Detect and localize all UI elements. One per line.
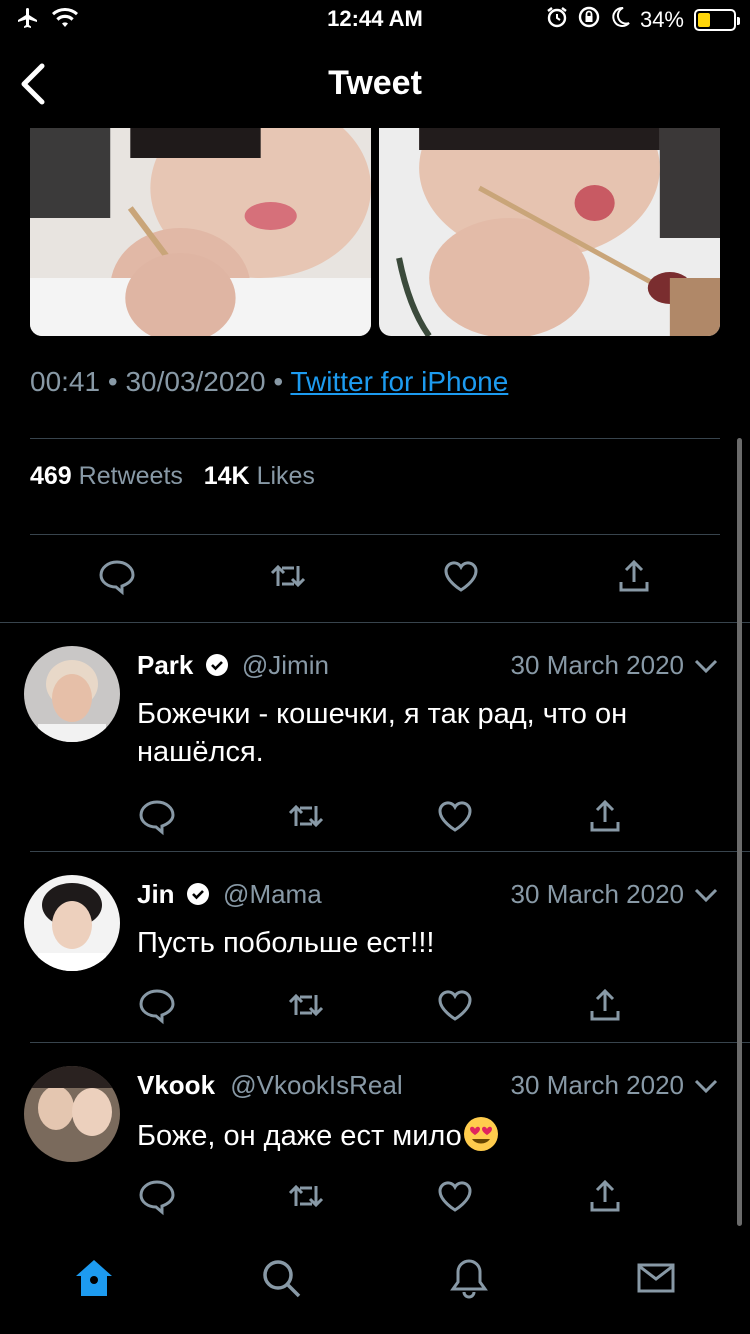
share-button[interactable] <box>614 556 654 596</box>
verified-badge-icon <box>205 654 228 676</box>
share-icon <box>590 1179 620 1212</box>
reply-author-name[interactable]: Vkook <box>137 1070 215 1100</box>
reply-button[interactable] <box>137 985 177 1025</box>
page-title: Tweet <box>328 64 422 102</box>
reply-author-name[interactable]: Jin <box>137 879 175 909</box>
retweet-button[interactable] <box>286 1176 326 1216</box>
alarm-icon <box>546 6 568 34</box>
share-button[interactable] <box>585 985 625 1025</box>
heart-icon <box>438 990 472 1021</box>
tweet-actions <box>0 556 750 600</box>
reply-tweet[interactable]: Jin @Mama 30 March 2020 Пусть побольше е… <box>0 851 750 1041</box>
like-button[interactable] <box>441 556 481 596</box>
reply-icon <box>139 989 175 1025</box>
tweet-media <box>30 128 720 336</box>
tweet-meta: 00:41 • 30/03/2020 • Twitter for iPhone <box>30 366 508 398</box>
reply-text: Пусть побольше ест!!! <box>137 927 435 959</box>
share-button[interactable] <box>585 1176 625 1216</box>
share-icon <box>590 988 620 1021</box>
tweet-photo-2[interactable] <box>379 128 720 336</box>
like-button[interactable] <box>435 796 475 836</box>
avatar[interactable] <box>24 646 120 742</box>
retweet-button[interactable] <box>286 796 326 836</box>
reply-button[interactable] <box>137 796 177 836</box>
battery-icon <box>694 9 740 31</box>
reply-icon <box>99 560 135 596</box>
meta-separator: • <box>107 366 126 397</box>
chevron-down-icon[interactable] <box>692 1072 720 1100</box>
avatar[interactable] <box>24 875 120 971</box>
heart-icon <box>438 801 472 832</box>
retweet-icon <box>270 564 306 588</box>
divider <box>30 534 720 535</box>
reply-tweet[interactable]: Vkook @VkookIsReal 30 March 2020 Боже, о… <box>0 1042 750 1232</box>
reply-author-name[interactable]: Park <box>137 650 193 680</box>
reply-date: 30 March 2020 <box>510 879 684 909</box>
tweet-stats: 469 Retweets 14K Likes <box>30 462 315 491</box>
avatar[interactable] <box>24 1066 120 1162</box>
chevron-down-icon[interactable] <box>692 652 720 680</box>
tab-home[interactable] <box>72 1256 116 1300</box>
reply-date: 30 March 2020 <box>510 1070 684 1100</box>
home-icon <box>76 1260 112 1296</box>
likes-stat[interactable]: 14K Likes <box>204 462 315 490</box>
retweet-button[interactable] <box>268 556 308 596</box>
retweet-icon <box>288 804 324 828</box>
tweet-date: 30/03/2020 <box>125 366 266 397</box>
retweet-icon <box>288 993 324 1017</box>
retweets-stat[interactable]: 469 Retweets <box>30 462 183 490</box>
reply-button[interactable] <box>137 1176 177 1216</box>
reply-author-handle[interactable]: @VkookIsReal <box>230 1070 402 1100</box>
reply-icon <box>139 800 175 836</box>
status-bar: 12:44 AM 34% <box>0 0 750 40</box>
tab-notifications[interactable] <box>447 1256 491 1300</box>
moon-icon <box>610 6 630 34</box>
messages-icon <box>637 1263 675 1293</box>
tweet-time: 00:41 <box>30 366 101 397</box>
heart-icon <box>444 561 478 592</box>
tweet-photo-1[interactable] <box>30 128 371 336</box>
like-button[interactable] <box>435 1176 475 1216</box>
heart-eyes-emoji-icon <box>463 1117 498 1151</box>
chevron-down-icon[interactable] <box>692 881 720 909</box>
divider <box>30 438 720 439</box>
reply-icon <box>139 1180 175 1216</box>
reply-author-handle[interactable]: @Jimin <box>242 650 329 680</box>
tweet-source-link[interactable]: Twitter for iPhone <box>290 366 508 397</box>
retweet-icon <box>288 1184 324 1208</box>
tab-search[interactable] <box>259 1256 303 1300</box>
scrollbar[interactable] <box>737 438 742 1226</box>
heart-icon <box>438 1181 472 1212</box>
notifications-icon <box>450 1259 488 1299</box>
tab-bar <box>0 1238 750 1334</box>
retweet-button[interactable] <box>286 985 326 1025</box>
reply-text: Боже, он даже ест мило <box>137 1120 462 1152</box>
like-button[interactable] <box>435 985 475 1025</box>
reply-tweet[interactable]: Park @Jimin 30 March 2020 Божечки - коше… <box>0 622 750 850</box>
reply-author-handle[interactable]: @Mama <box>223 879 322 909</box>
meta-separator: • <box>273 366 291 397</box>
rotation-lock-icon <box>578 6 600 34</box>
share-icon <box>590 799 620 832</box>
reply-button[interactable] <box>97 556 137 596</box>
reply-date: 30 March 2020 <box>510 650 684 680</box>
share-button[interactable] <box>585 796 625 836</box>
verified-badge-icon <box>186 883 209 905</box>
battery-percent: 34% <box>639 7 684 32</box>
share-icon <box>619 559 649 592</box>
search-icon <box>263 1260 301 1298</box>
reply-text: Божечки - кошечки, я так рад, что он наш… <box>137 698 628 768</box>
tab-messages[interactable] <box>634 1256 678 1300</box>
navigation-bar: Tweet <box>0 44 750 124</box>
